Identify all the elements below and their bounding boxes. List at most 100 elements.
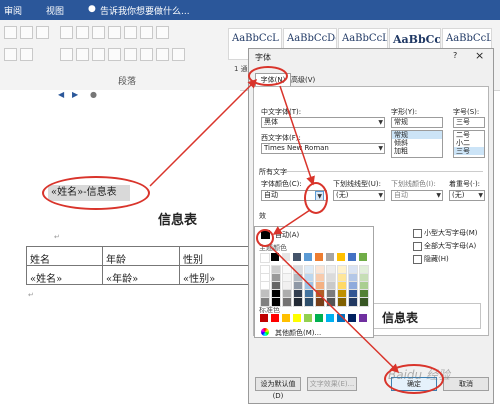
set-default-button[interactable]: 设为默认值(D) <box>255 377 301 400</box>
char-border-icon[interactable] <box>36 26 49 39</box>
color-swatch[interactable] <box>260 314 268 322</box>
checkbox-hidden[interactable] <box>413 255 422 264</box>
preview-box: 信息表 <box>369 303 481 329</box>
underline-color-label: 下划线颜色(I): <box>391 180 436 188</box>
group-label-paragraph: 段落 <box>118 77 137 87</box>
tab-view[interactable]: 视图 <box>46 4 64 17</box>
quick-toolbar: ◀ ▶ ● <box>0 90 240 102</box>
color-swatch[interactable] <box>304 314 312 322</box>
list-item[interactable]: 三号 <box>454 147 484 155</box>
style-list[interactable]: 常规 倾斜 加粗 <box>391 130 443 158</box>
tell-me-box[interactable]: 告诉我你想要做什么... <box>100 4 190 17</box>
color-swatch[interactable] <box>326 297 336 307</box>
shading-icon[interactable] <box>4 48 17 61</box>
list-item[interactable]: 小二 <box>454 139 484 147</box>
color-swatch[interactable] <box>304 253 312 261</box>
ribbon-tab-bar: 审阅 视图 ● 告诉我你想要做什么... <box>0 0 500 20</box>
list-item[interactable]: 常规 <box>392 131 442 139</box>
size-list[interactable]: 二号 小二 三号 <box>453 130 485 158</box>
color-swatch[interactable] <box>337 253 345 261</box>
distributed-icon[interactable] <box>124 48 137 61</box>
color-swatch[interactable] <box>304 297 314 307</box>
color-swatch[interactable] <box>326 314 334 322</box>
divider <box>285 171 483 172</box>
decrease-indent-icon[interactable] <box>108 26 121 39</box>
cn-font-dropdown[interactable]: 黑体 ▼ <box>261 117 385 128</box>
numbering-icon[interactable] <box>76 26 89 39</box>
table-cell: «年龄» <box>102 265 180 285</box>
color-swatch[interactable] <box>348 253 356 261</box>
paragraph-shading-icon[interactable] <box>156 48 169 61</box>
west-font-dropdown[interactable]: Times New Roman ▼ <box>261 143 385 154</box>
list-item[interactable]: 倾斜 <box>392 139 442 147</box>
checkbox-all-caps[interactable] <box>413 242 422 251</box>
char-shading-icon[interactable] <box>20 48 33 61</box>
color-swatch[interactable] <box>337 314 345 322</box>
text-effects-button[interactable]: 文字效果(E)... <box>307 377 357 391</box>
preview-text: 信息表 <box>382 311 419 325</box>
pin-icon[interactable]: ● <box>90 90 97 99</box>
increase-indent-icon[interactable] <box>124 26 137 39</box>
color-swatch[interactable] <box>293 253 301 261</box>
size-input[interactable]: 三号 <box>453 117 485 128</box>
align-center-icon[interactable] <box>76 48 89 61</box>
list-item[interactable]: 二号 <box>454 131 484 139</box>
style-input[interactable]: 常规 <box>391 117 443 128</box>
color-swatch[interactable] <box>293 314 301 322</box>
color-swatch[interactable] <box>260 297 270 307</box>
all-text-label: 所有文字 <box>259 168 287 176</box>
table-header-cell: 姓名 <box>26 246 103 266</box>
paragraph-mark: ↵ <box>54 233 60 241</box>
color-swatch[interactable] <box>282 314 290 322</box>
show-marks-icon[interactable] <box>156 26 169 39</box>
more-colors-link[interactable]: 其他颜色(M)... <box>275 328 321 338</box>
underline-color-dropdown[interactable]: 自动 ▼ <box>391 190 443 201</box>
color-swatch[interactable] <box>271 297 281 307</box>
color-swatch[interactable] <box>315 314 323 322</box>
tab-review[interactable]: 审阅 <box>4 4 22 17</box>
underline-dropdown[interactable]: (无) ▼ <box>333 190 385 201</box>
bullets-icon[interactable] <box>60 26 73 39</box>
color-swatch[interactable] <box>359 314 367 322</box>
color-swatch[interactable] <box>326 253 334 261</box>
list-item[interactable]: 加粗 <box>392 147 442 155</box>
justify-icon[interactable] <box>108 48 121 61</box>
close-icon[interactable]: × <box>475 49 484 62</box>
highlight-icon[interactable] <box>4 26 17 39</box>
align-right-icon[interactable] <box>92 48 105 61</box>
color-swatch[interactable] <box>271 314 279 322</box>
sort-icon[interactable] <box>140 26 153 39</box>
table-cell: «姓名» <box>26 265 103 285</box>
annotation-ellipse <box>384 364 444 394</box>
align-left-icon[interactable] <box>60 48 73 61</box>
style-caption: 1 通 <box>234 65 248 73</box>
emphasis-dropdown[interactable]: (无) ▼ <box>449 190 485 201</box>
annotation-ellipse <box>248 66 288 86</box>
prev-icon[interactable]: ◀ <box>58 90 64 99</box>
color-swatch[interactable] <box>315 253 323 261</box>
document-page: «姓名»-信息表 信息表 ↵ 姓名 年龄 性别 «姓名» «年龄» «性别» ↵ <box>0 103 255 408</box>
small-caps-label: 小型大写字母(M) <box>424 229 478 237</box>
color-swatch[interactable] <box>282 253 290 261</box>
color-swatch[interactable] <box>348 297 358 307</box>
multilevel-icon[interactable] <box>92 26 105 39</box>
color-swatch[interactable] <box>359 297 369 307</box>
color-swatch[interactable] <box>293 297 303 307</box>
color-swatch[interactable] <box>348 314 356 322</box>
color-swatch[interactable] <box>315 297 325 307</box>
hidden-label: 隐藏(H) <box>424 255 449 263</box>
line-spacing-icon[interactable] <box>140 48 153 61</box>
color-swatch[interactable] <box>359 253 367 261</box>
help-icon[interactable]: ? <box>453 51 457 60</box>
font-color-icon[interactable] <box>20 26 33 39</box>
color-swatch[interactable] <box>271 253 279 261</box>
color-swatch[interactable] <box>260 253 270 263</box>
auto-color-label[interactable]: 自动(A) <box>275 230 299 240</box>
borders-icon[interactable] <box>172 48 185 61</box>
color-swatch[interactable] <box>337 297 347 307</box>
color-swatch[interactable] <box>282 297 292 307</box>
all-caps-label: 全部大写字母(A) <box>424 242 477 250</box>
next-icon[interactable]: ▶ <box>72 90 78 99</box>
tab-advanced[interactable]: 高级(V) <box>291 75 315 85</box>
checkbox-small-caps[interactable] <box>413 229 422 238</box>
